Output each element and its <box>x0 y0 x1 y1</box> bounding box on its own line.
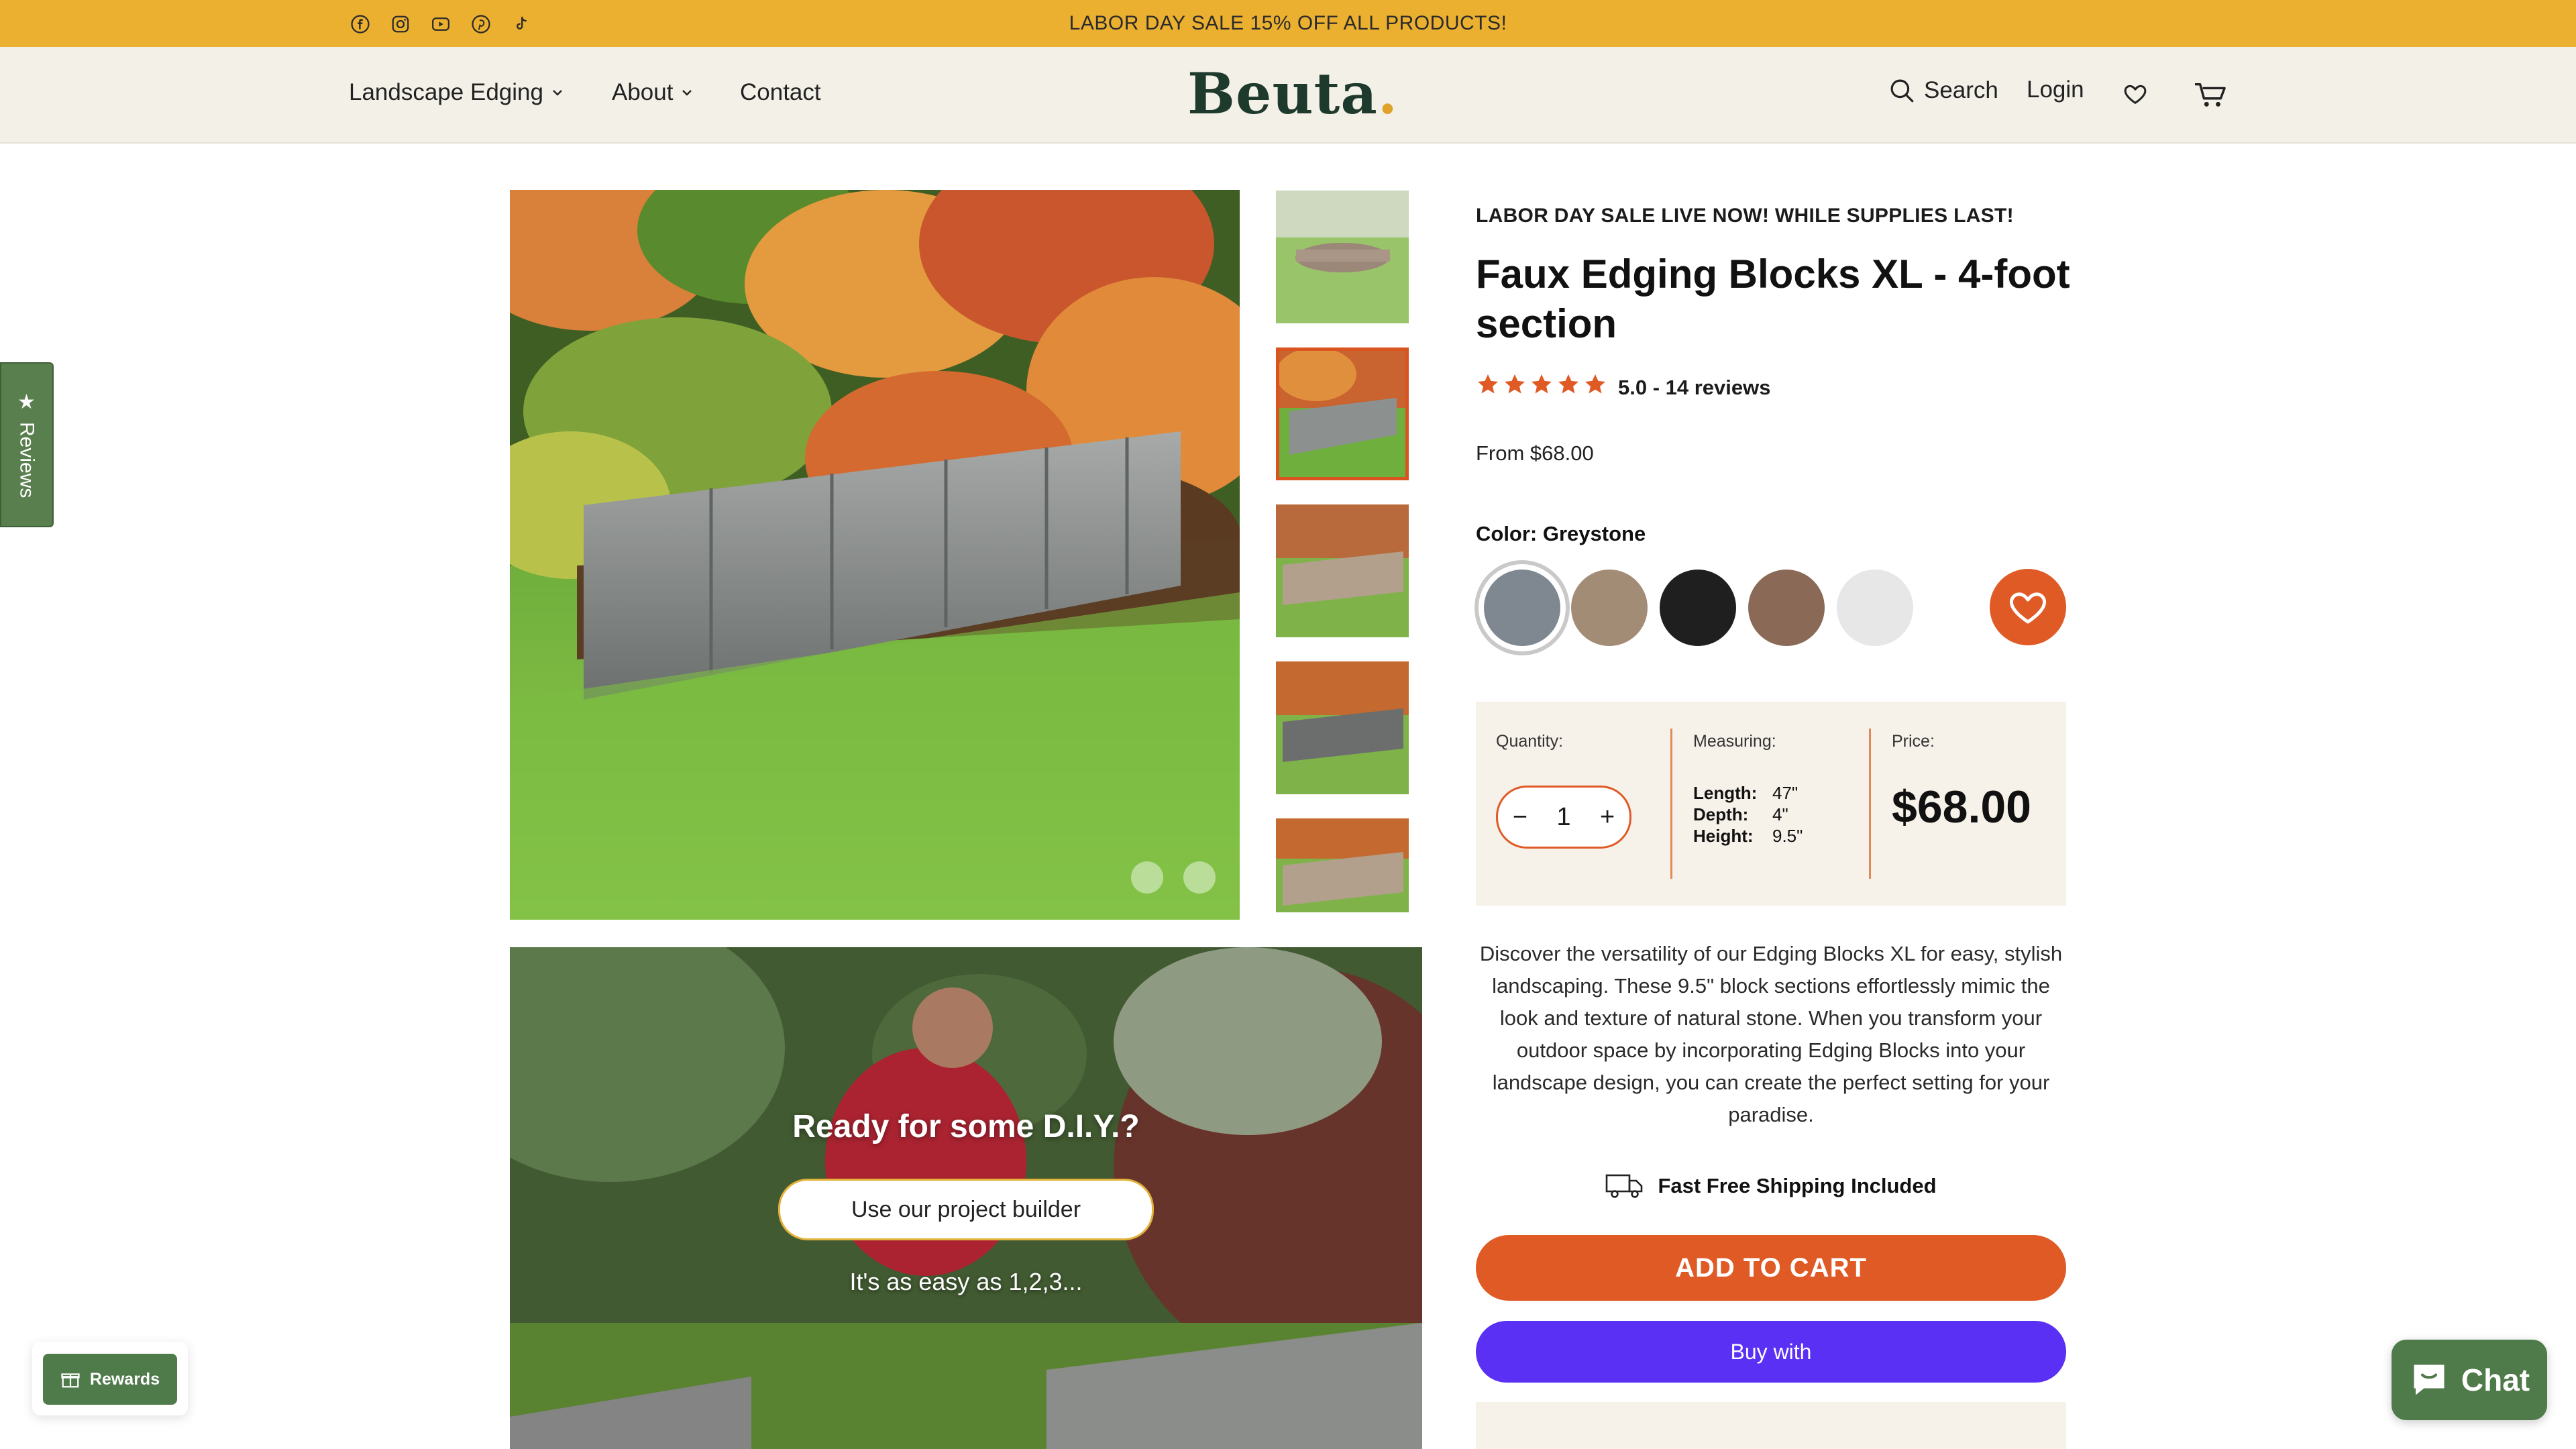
chevron-down-icon <box>682 90 692 96</box>
swatch-greystone[interactable] <box>1484 570 1560 646</box>
measurements: Length: 47" Depth: 4" Height: 9.5" <box>1693 782 1803 847</box>
measuring-label: Measuring: <box>1693 732 1776 751</box>
swatch-white[interactable] <box>1837 570 1913 646</box>
nav-label: About <box>612 79 674 105</box>
chevron-down-icon <box>553 90 562 96</box>
minus-icon[interactable]: − <box>1513 803 1527 832</box>
heart-icon <box>2010 592 2046 624</box>
measurement-key: Length: <box>1693 783 1758 803</box>
swatch-black[interactable] <box>1660 570 1736 646</box>
buy-with-button[interactable]: Buy with <box>1476 1321 2066 1383</box>
promo-subtitle: It's as easy as 1,2,3... <box>849 1268 1083 1295</box>
login-link[interactable]: Login <box>2027 76 2084 103</box>
star-icon <box>1505 374 1525 394</box>
wishlist-button[interactable] <box>2122 80 2149 107</box>
measurement-row: Height: 9.5" <box>1693 825 1803 847</box>
nav-contact[interactable]: Contact <box>740 79 821 106</box>
thumbnail-image <box>1276 347 1409 480</box>
thumbnail-3[interactable] <box>1276 504 1409 637</box>
rating-stars[interactable] <box>1476 372 1607 396</box>
rewards-label: Rewards <box>89 1369 160 1389</box>
shipping-text: Fast Free Shipping Included <box>1658 1174 1937 1197</box>
rewards-button[interactable]: Rewards <box>43 1354 177 1405</box>
quantity-stepper[interactable]: − 1 + <box>1496 786 1631 849</box>
heart-icon <box>2124 85 2147 104</box>
rewards-widget: Rewards <box>32 1342 188 1415</box>
thumbnail-5[interactable] <box>1276 818 1409 912</box>
search-button[interactable]: Search <box>1888 76 1998 105</box>
rating-summary[interactable]: 5.0 - 14 reviews <box>1618 376 1771 400</box>
divider <box>1670 729 1672 879</box>
truck-icon <box>1606 1174 1643 1198</box>
swatch-sandstone[interactable] <box>1571 570 1648 646</box>
thumbnail-image <box>1276 191 1409 323</box>
thumbnail-4[interactable] <box>1276 661 1409 794</box>
purchase-details-box: Quantity: − 1 + Measuring: Length: 47" De… <box>1476 702 2066 906</box>
thumbnail-image <box>1276 504 1409 637</box>
star-icon <box>1558 374 1578 394</box>
from-price: From $68.00 <box>1476 441 1594 465</box>
chat-label: Chat <box>2461 1362 2530 1397</box>
main-product-image[interactable] <box>510 190 1240 920</box>
star-icon <box>1585 374 1605 394</box>
shipping-note: Fast Free Shipping Included <box>1476 1173 2066 1199</box>
image-prev-arrow-icon <box>1131 861 1163 894</box>
thumbnail-image <box>1276 661 1409 794</box>
thumbnail-image <box>1276 818 1409 912</box>
star-icon: ★ <box>15 390 38 414</box>
color-label: Color: Greystone <box>1476 522 1646 545</box>
promo-title: Ready for some D.I.Y.? <box>792 1109 1140 1144</box>
product-price: $68.00 <box>1892 782 2031 833</box>
measurement-row: Length: 47" <box>1693 782 1803 804</box>
measurement-value: 47" <box>1772 783 1799 803</box>
product-photo <box>510 190 1240 920</box>
project-builder-button[interactable]: Use our project builder <box>778 1179 1154 1240</box>
sale-banner: LABOR DAY SALE LIVE NOW! WHILE SUPPLIES … <box>1476 205 2014 227</box>
measurement-value: 9.5" <box>1772 826 1803 846</box>
measurement-value: 4" <box>1772 804 1788 824</box>
measurement-key: Depth: <box>1693 804 1749 824</box>
star-icon <box>1532 374 1552 394</box>
measurement-key: Height: <box>1693 826 1754 846</box>
nav-landscape-edging[interactable]: Landscape Edging <box>349 79 564 106</box>
search-icon <box>1890 79 1914 103</box>
brand-dot: . <box>1377 60 1399 127</box>
swatch-brown[interactable] <box>1748 570 1825 646</box>
accordion-panel[interactable] <box>1476 1402 2066 1449</box>
add-to-wishlist-button[interactable] <box>1990 569 2066 645</box>
brand-name-last: a <box>1340 60 1378 127</box>
site-header: Landscape Edging About Contact Beuta. Se… <box>0 47 2576 144</box>
thumbnail-1[interactable] <box>1276 191 1409 323</box>
product-title: Faux Edging Blocks XL - 4-foot section <box>1476 252 2070 346</box>
divider <box>1869 729 1871 879</box>
search-label: Search <box>1924 77 1998 103</box>
plus-icon[interactable]: + <box>1600 803 1615 832</box>
login-label: Login <box>2027 76 2084 103</box>
quantity-value[interactable]: 1 <box>1556 803 1570 832</box>
nav-about[interactable]: About <box>612 79 693 106</box>
chat-button[interactable]: Chat <box>2392 1340 2547 1420</box>
announcement-text: LABOR DAY SALE 15% OFF ALL PRODUCTS! <box>1069 12 1507 34</box>
reviews-tab-label: Reviews <box>15 422 38 498</box>
cart-icon <box>2195 83 2226 107</box>
gift-icon <box>61 1373 80 1388</box>
reviews-side-tab[interactable]: ★ Reviews <box>0 362 54 527</box>
measurement-row: Depth: 4" <box>1693 804 1803 825</box>
product-description: Discover the versatility of our Edging B… <box>1479 942 2063 1126</box>
brand-name: Beut <box>1187 60 1341 127</box>
star-icon <box>1478 374 1498 394</box>
project-builder-promo: Ready for some D.I.Y.? Use our project b… <box>510 947 1422 1449</box>
cart-button[interactable] <box>2192 79 2229 110</box>
chat-bubble-icon <box>2414 1364 2445 1395</box>
price-label: Price: <box>1892 732 1935 751</box>
nav-label: Contact <box>740 79 821 105</box>
thumbnail-2[interactable] <box>1276 347 1409 480</box>
nav-label: Landscape Edging <box>349 79 543 105</box>
add-to-cart-button[interactable]: ADD TO CART <box>1476 1235 2066 1301</box>
announcement-bar: LABOR DAY SALE 15% OFF ALL PRODUCTS! <box>0 0 2576 47</box>
brand-logo[interactable]: Beuta. <box>1187 60 1397 127</box>
quantity-label: Quantity: <box>1496 732 1564 751</box>
image-next-arrow-icon <box>1183 861 1216 894</box>
